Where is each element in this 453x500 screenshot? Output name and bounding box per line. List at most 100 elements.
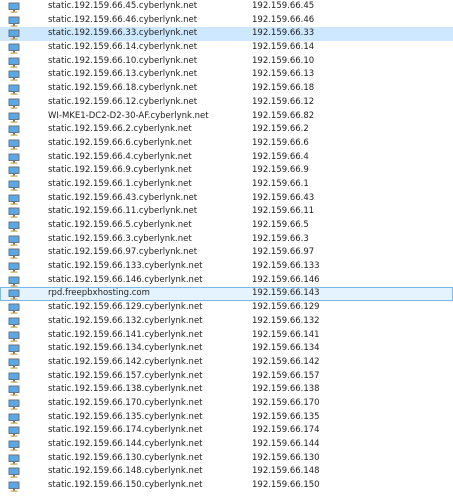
computer-icon <box>8 331 20 342</box>
host-name: static.192.159.66.146.cyberlynk.net <box>48 274 203 285</box>
ip-address: 192.159.66.130 <box>252 452 320 463</box>
list-item[interactable]: static.192.159.66.135.cyberlynk.net 192.1… <box>0 411 453 425</box>
list-item[interactable]: static.192.159.66.148.cyberlynk.net 192.1… <box>0 465 453 479</box>
host-name: static.192.159.66.18.cyberlynk.net <box>48 83 198 94</box>
host-name: static.192.159.66.12.cyberlynk.net <box>48 96 198 107</box>
computer-icon <box>8 467 20 479</box>
host-name: static.192.159.66.6.cyberlynk.net <box>48 137 192 148</box>
ip-address: 192.159.66.12 <box>252 96 315 107</box>
list-item[interactable]: static.192.159.66.157.cyberlynk.net 192.1… <box>0 370 453 384</box>
computer-icon <box>8 344 20 355</box>
ip-address: 192.159.66.142 <box>252 356 320 367</box>
computer-icon <box>8 385 20 396</box>
computer-icon <box>8 29 20 41</box>
ip-address: 192.159.66.11 <box>252 206 315 217</box>
computer-icon <box>8 317 20 328</box>
list-item[interactable]: static.192.159.66.6.cyberlynk.net 192.159… <box>0 137 453 151</box>
ip-address: 192.159.66.43 <box>252 192 315 203</box>
host-name: static.192.159.66.150.cyberlynk.net <box>48 480 203 491</box>
computer-icon <box>8 2 20 13</box>
list-item[interactable]: static.192.159.66.141.cyberlynk.net 192.1… <box>0 329 453 343</box>
ip-address: 192.159.66.33 <box>252 28 315 39</box>
list-item[interactable]: static.192.159.66.97.cyberlynk.net 192.15… <box>0 246 453 260</box>
list-item[interactable]: rpd.freepbxhosting.com 192.159.66.143 <box>0 287 453 302</box>
computer-icon <box>8 454 20 465</box>
list-item[interactable]: static.192.159.66.174.cyberlynk.net 192.1… <box>0 424 453 438</box>
list-item[interactable]: static.192.159.66.129.cyberlynk.net 192.1… <box>0 301 453 315</box>
computer-icon <box>8 399 20 410</box>
computer-icon <box>8 413 20 424</box>
computer-icon <box>8 43 20 54</box>
list-item[interactable]: static.192.159.66.170.cyberlynk.net 192.1… <box>0 397 453 411</box>
host-name: static.192.159.66.11.cyberlynk.net <box>48 206 198 217</box>
computer-icon <box>8 112 20 123</box>
computer-icon <box>8 248 20 260</box>
computer-icon <box>8 194 20 205</box>
host-name: static.192.159.66.130.cyberlynk.net <box>48 452 203 463</box>
list-item[interactable]: static.192.159.66.5.cyberlynk.net 192.159… <box>0 219 453 233</box>
list-item[interactable]: static.192.159.66.132.cyberlynk.net 192.1… <box>0 315 453 329</box>
list-item[interactable]: static.192.159.66.33.cyberlynk.net 192.15… <box>0 27 453 42</box>
list-item[interactable]: WI-MKE1-DC2-D2-30-AF.cyberlynk.net 192.15… <box>0 110 453 124</box>
list-item[interactable]: static.192.159.66.1.cyberlynk.net 192.159… <box>0 178 453 192</box>
list-item[interactable]: static.192.159.66.9.cyberlynk.net 192.159… <box>0 164 453 178</box>
list-item[interactable]: static.192.159.66.134.cyberlynk.net 192.1… <box>0 342 453 356</box>
computer-icon <box>8 276 20 287</box>
list-item[interactable]: static.192.159.66.130.cyberlynk.net 192.1… <box>0 452 453 466</box>
host-name: static.192.159.66.1.cyberlynk.net <box>48 178 192 189</box>
list-item[interactable]: static.192.159.66.10.cyberlynk.net 192.15… <box>0 55 453 69</box>
host-name: static.192.159.66.148.cyberlynk.net <box>48 466 203 477</box>
list-item[interactable]: static.192.159.66.2.cyberlynk.net 192.159… <box>0 123 453 137</box>
list-item[interactable]: static.192.159.66.13.cyberlynk.net 192.15… <box>0 68 453 82</box>
host-name: static.192.159.66.144.cyberlynk.net <box>48 439 203 449</box>
list-item[interactable]: static.192.159.66.144.cyberlynk.net 192.1… <box>0 438 453 452</box>
list-item[interactable]: static.192.159.66.18.cyberlynk.net 192.15… <box>0 82 453 96</box>
host-name: static.192.159.66.135.cyberlynk.net <box>48 411 203 422</box>
host-name: static.192.159.66.46.cyberlynk.net <box>48 14 198 25</box>
list-item[interactable]: static.192.159.66.3.cyberlynk.net 192.159… <box>0 233 453 247</box>
computer-icon <box>8 289 20 301</box>
ip-address: 192.159.66.157 <box>252 370 320 381</box>
list-item[interactable]: static.192.159.66.146.cyberlynk.net 192.1… <box>0 274 453 288</box>
ip-address: 192.159.66.97 <box>252 247 315 258</box>
list-item[interactable]: static.192.159.66.133.cyberlynk.net 192.1… <box>0 260 453 274</box>
ip-address: 192.159.66.141 <box>252 329 320 340</box>
ip-address: 192.159.66.4 <box>252 151 309 162</box>
list-item[interactable]: static.192.159.66.43.cyberlynk.net 192.15… <box>0 192 453 206</box>
ip-address: 192.159.66.170 <box>252 397 320 408</box>
host-name: static.192.159.66.142.cyberlynk.net <box>48 356 203 367</box>
list-item[interactable]: static.192.159.66.45.cyberlynk.net 192.15… <box>0 0 453 14</box>
computer-icon <box>8 98 20 109</box>
host-name: static.192.159.66.133.cyberlynk.net <box>48 261 203 272</box>
ip-address: 192.159.66.146 <box>252 274 320 285</box>
computer-icon <box>8 166 20 177</box>
list-item[interactable]: static.192.159.66.11.cyberlynk.net 192.15… <box>0 205 453 219</box>
host-name: static.192.159.66.132.cyberlynk.net <box>48 315 203 326</box>
list-item[interactable]: static.192.159.66.14.cyberlynk.net 192.15… <box>0 41 453 55</box>
host-name: static.192.159.66.157.cyberlynk.net <box>48 370 203 381</box>
host-name: static.192.159.66.5.cyberlynk.net <box>48 220 192 230</box>
ip-address: 192.159.66.9 <box>252 165 309 176</box>
computer-icon <box>8 70 20 82</box>
ip-address: 192.159.66.133 <box>252 261 320 272</box>
ip-address: 192.159.66.18 <box>252 83 315 94</box>
ip-address: 192.159.66.132 <box>252 315 320 326</box>
computer-icon <box>8 440 20 451</box>
list-item[interactable]: static.192.159.66.138.cyberlynk.net 192.1… <box>0 383 453 397</box>
computer-icon <box>8 16 20 27</box>
host-list: static.192.159.66.45.cyberlynk.net 192.15… <box>0 0 453 493</box>
ip-address: 192.159.66.10 <box>252 55 315 66</box>
computer-icon <box>8 426 20 438</box>
list-item[interactable]: static.192.159.66.4.cyberlynk.net 192.159… <box>0 151 453 165</box>
host-name: static.192.159.66.134.cyberlynk.net <box>48 343 203 354</box>
list-item[interactable]: static.192.159.66.142.cyberlynk.net 192.1… <box>0 356 453 370</box>
list-item[interactable]: static.192.159.66.12.cyberlynk.net 192.15… <box>0 96 453 110</box>
list-item[interactable]: static.192.159.66.46.cyberlynk.net 192.15… <box>0 14 453 28</box>
ip-address: 192.159.66.129 <box>252 302 320 313</box>
computer-icon <box>8 358 20 369</box>
host-name: static.192.159.66.97.cyberlynk.net <box>48 247 198 258</box>
list-item[interactable]: static.192.159.66.150.cyberlynk.net 192.1… <box>0 479 453 493</box>
ip-address: 192.159.66.5 <box>252 220 309 230</box>
host-name: static.192.159.66.33.cyberlynk.net <box>48 28 198 39</box>
computer-icon <box>8 303 20 314</box>
